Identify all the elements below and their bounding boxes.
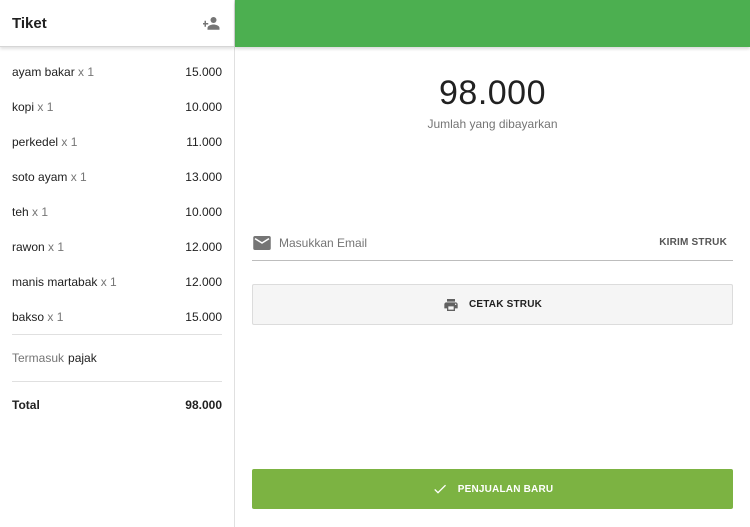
ticket-item-label: teh x 1 <box>12 205 48 219</box>
ticket-item-label: manis martabak x 1 <box>12 275 117 289</box>
ticket-item-price: 15.000 <box>185 309 222 324</box>
ticket-item-price: 12.000 <box>185 274 222 289</box>
ticket-item[interactable]: teh x 1 10.000 <box>12 194 222 229</box>
ticket-item-price: 15.000 <box>185 64 222 79</box>
ticket-item-label: soto ayam x 1 <box>12 170 87 184</box>
ticket-item[interactable]: manis martabak x 1 12.000 <box>12 264 222 299</box>
add-person-icon[interactable] <box>202 13 222 33</box>
new-sale-button[interactable]: PENJUALAN BARU <box>252 469 733 509</box>
ticket-item-qty: x 1 <box>47 309 64 324</box>
ticket-items: ayam bakar x 1 15.000 kopi x 1 10.000 perked… <box>0 54 234 334</box>
ticket-item[interactable]: ayam bakar x 1 15.000 <box>12 54 222 89</box>
ticket-item-label: bakso x 1 <box>12 310 63 324</box>
top-bar <box>235 0 750 47</box>
print-receipt-label: CETAK STRUK <box>468 299 543 310</box>
email-row: KIRIM STRUK <box>252 225 733 261</box>
email-input[interactable] <box>279 235 660 250</box>
ticket-panel: Tiket ayam bakar x 1 15.000 kopi x 1 10.000… <box>0 0 235 527</box>
total-label: Total <box>12 398 40 412</box>
ticket-item-name: rawon <box>12 239 45 254</box>
ticket-item[interactable]: kopi x 1 10.000 <box>12 89 222 124</box>
ticket-item-price: 11.000 <box>186 134 222 149</box>
ticket-item-label: ayam bakar x 1 <box>12 65 94 79</box>
ticket-item-label: rawon x 1 <box>12 240 64 254</box>
ticket-header: Tiket <box>0 0 234 47</box>
print-receipt-button[interactable]: CETAK STRUK <box>252 284 733 325</box>
ticket-item-name: ayam bakar <box>12 64 75 79</box>
ticket-item-name: bakso <box>12 309 45 324</box>
ticket-title: Tiket <box>12 14 47 32</box>
total-row: Total 98.000 <box>0 382 234 428</box>
ticket-item-price: 10.000 <box>185 99 222 114</box>
ticket-item-price: 13.000 <box>185 169 222 184</box>
ticket-item-name: kopi <box>12 99 35 114</box>
payment-amount-label: Jumlah yang dibayarkan <box>427 117 558 131</box>
check-icon <box>433 484 446 494</box>
mail-icon <box>253 235 271 250</box>
ticket-item[interactable]: soto ayam x 1 13.000 <box>12 159 222 194</box>
total-value: 98.000 <box>185 398 222 412</box>
ticket-item[interactable]: perkedel x 1 11.000 <box>12 124 222 159</box>
new-sale-label: PENJUALAN BARU <box>457 483 554 495</box>
ticket-item-qty: x 1 <box>100 274 117 289</box>
ticket-item-qty: x 1 <box>70 169 87 184</box>
ticket-item[interactable]: bakso x 1 15.000 <box>12 299 222 334</box>
tax-value: pajak <box>68 351 97 365</box>
ticket-item-name: teh <box>12 204 29 219</box>
tax-label: Termasuk <box>12 351 65 365</box>
tax-row: Termasuk pajak <box>0 335 234 381</box>
payment-amount: 98.000 <box>439 74 546 112</box>
ticket-item-label: kopi x 1 <box>12 100 53 114</box>
ticket-item-qty: x 1 <box>37 99 54 114</box>
ticket-item-name: perkedel <box>12 134 59 149</box>
ticket-item-qty: x 1 <box>48 239 65 254</box>
ticket-item-name: manis martabak <box>12 274 98 289</box>
ticket-item-qty: x 1 <box>78 64 95 79</box>
ticket-item-name: soto ayam <box>12 169 68 184</box>
ticket-item-price: 12.000 <box>185 239 222 254</box>
ticket-item-qty: x 1 <box>61 134 78 149</box>
ticket-item-label: perkedel x 1 <box>12 135 77 149</box>
printer-icon <box>444 298 458 311</box>
ticket-item-qty: x 1 <box>32 204 49 219</box>
ticket-item[interactable]: rawon x 1 12.000 <box>12 229 222 264</box>
ticket-item-price: 10.000 <box>185 204 222 219</box>
send-receipt-button[interactable]: KIRIM STRUK <box>659 237 727 248</box>
